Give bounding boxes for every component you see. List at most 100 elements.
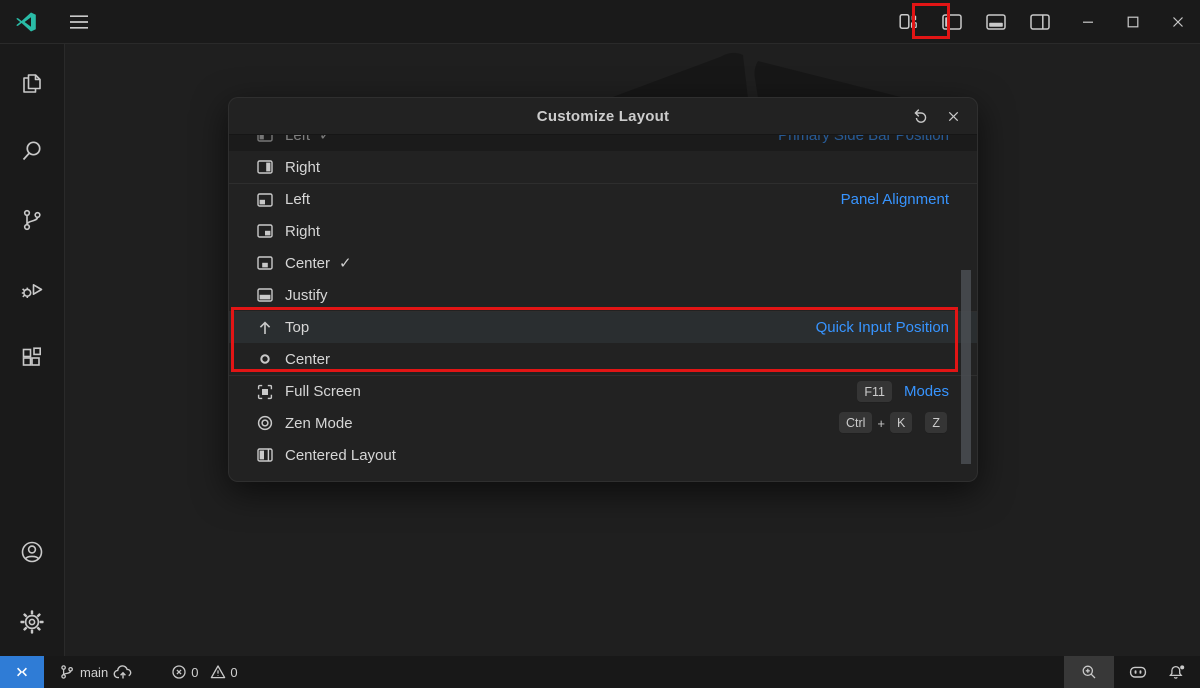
close-icon: [1170, 14, 1186, 30]
dialog-close-button[interactable]: [942, 105, 964, 127]
extensions-icon: [19, 345, 45, 371]
layout-option-full-screen[interactable]: Full Screen F11 Modes: [229, 375, 977, 407]
status-bar: main 0 0: [0, 656, 1200, 688]
option-label: Centered Layout: [285, 447, 396, 464]
hamburger-icon: [69, 14, 89, 30]
minimize-icon: [1080, 14, 1096, 30]
option-label: Full Screen: [285, 383, 361, 400]
error-icon: [171, 664, 187, 680]
layout-option-right[interactable]: Right: [229, 215, 977, 247]
remote-icon: [14, 664, 30, 680]
activity-bar-item-explorer[interactable]: [4, 54, 60, 110]
activity-bar-item-accounts[interactable]: [4, 524, 60, 580]
keycap: Ctrl: [839, 412, 872, 434]
panel-center-icon: [256, 254, 274, 272]
activity-bar-item-search[interactable]: [4, 123, 60, 179]
copilot-icon: [1128, 663, 1148, 681]
reset-icon: [912, 108, 928, 124]
activity-bar: [0, 44, 65, 656]
toggle-panel-button[interactable]: [981, 7, 1011, 37]
check-icon: ✓: [339, 254, 352, 272]
key-separator: +: [877, 416, 885, 431]
sidebar-right-icon: [256, 158, 274, 176]
explorer-icon: [19, 69, 45, 95]
close-button[interactable]: [1155, 0, 1200, 44]
panel-right-icon: [256, 222, 274, 240]
toggle-secondary-side-bar-icon: [1030, 14, 1050, 30]
remote-indicator[interactable]: [0, 656, 44, 688]
activity-bar-item-extensions[interactable]: [4, 330, 60, 386]
panel-justify-icon: [256, 286, 274, 304]
option-label: Center: [285, 255, 330, 272]
layout-option-centered-layout[interactable]: Centered Layout: [229, 439, 977, 471]
dialog-scrollbar[interactable]: [961, 270, 971, 464]
sidebar-left-icon: [256, 135, 274, 144]
layout-option-left[interactable]: Left✓Primary Side Bar Position: [229, 135, 977, 151]
layout-option-top[interactable]: TopQuick Input Position: [229, 311, 977, 343]
group-label: Primary Side Bar Position: [778, 135, 949, 144]
activity-bar-item-source-control[interactable]: [4, 192, 60, 248]
screen-full-icon: [256, 383, 274, 401]
keycap: K: [890, 412, 912, 434]
layout-option-center[interactable]: Center: [229, 343, 977, 375]
layout-option-justify[interactable]: Justify: [229, 279, 977, 311]
application-menu-button[interactable]: [62, 7, 96, 37]
vscode-logo-icon: [14, 10, 38, 34]
keycap: Z: [925, 412, 947, 434]
reset-layout-button[interactable]: [909, 105, 931, 127]
maximize-icon: [1125, 14, 1141, 30]
zoom-status-button[interactable]: [1064, 656, 1114, 688]
activity-bar-bottom: [4, 524, 60, 650]
scrolled-row-clip: Left✓Primary Side Bar Position: [229, 135, 977, 151]
group-label: Quick Input Position: [816, 319, 949, 336]
run-and-debug-icon: [19, 276, 45, 302]
option-label: Center: [285, 351, 330, 368]
dialog-header: Customize Layout: [229, 98, 977, 135]
option-label: Zen Mode: [285, 415, 353, 432]
customize-layout-icon: [899, 13, 918, 30]
error-count: 0: [191, 665, 198, 680]
centered-layout-icon: [256, 446, 274, 464]
warning-icon: [210, 664, 226, 680]
layout-option-center[interactable]: Center ✓: [229, 247, 977, 279]
branch-status[interactable]: main: [52, 656, 140, 688]
toggle-primary-side-bar-button[interactable]: [937, 7, 967, 37]
activity-bar-item-run-and-debug[interactable]: [4, 261, 60, 317]
layout-controls: [893, 7, 1055, 37]
toggle-primary-side-bar-icon: [942, 14, 962, 30]
activity-bar-top: [4, 54, 60, 399]
bell-icon: [1168, 664, 1186, 680]
layout-option-right[interactable]: Right: [229, 151, 977, 183]
accounts-icon: [19, 539, 45, 565]
layout-option-zen-mode[interactable]: Zen Mode Ctrl + KZ: [229, 407, 977, 439]
panel-left-icon: [256, 191, 274, 209]
customize-layout-button[interactable]: [893, 7, 923, 37]
activity-bar-item-settings[interactable]: [4, 594, 60, 650]
group-label: Modes: [904, 383, 949, 400]
layout-option-left[interactable]: Left Panel Alignment: [229, 183, 977, 215]
branch-icon: [59, 664, 75, 680]
notifications-button[interactable]: [1162, 656, 1200, 688]
toggle-secondary-side-bar-button[interactable]: [1025, 7, 1055, 37]
minimize-button[interactable]: [1065, 0, 1110, 44]
dialog-title: Customize Layout: [229, 108, 977, 125]
customize-layout-dialog: Customize Layout Left✓Primary Side Bar P…: [228, 97, 978, 482]
source-control-icon: [19, 207, 45, 233]
circle-icon: [256, 350, 274, 368]
cloud-sync-icon: [113, 664, 133, 680]
branch-name: main: [80, 665, 108, 680]
problems-status[interactable]: 0 0: [164, 656, 252, 688]
keycap: F11: [857, 381, 892, 403]
maximize-button[interactable]: [1110, 0, 1155, 44]
settings-icon: [19, 609, 45, 635]
search-icon: [19, 138, 45, 164]
warning-count: 0: [230, 665, 237, 680]
option-label: Right: [285, 223, 320, 240]
option-label: Right: [285, 159, 320, 176]
dialog-header-actions: [909, 98, 964, 134]
copilot-status-button[interactable]: [1114, 656, 1162, 688]
group-label: Panel Alignment: [841, 191, 949, 208]
window-controls: [1065, 0, 1200, 44]
option-label: Left: [285, 191, 310, 208]
vscode-watermark: [560, 44, 980, 98]
